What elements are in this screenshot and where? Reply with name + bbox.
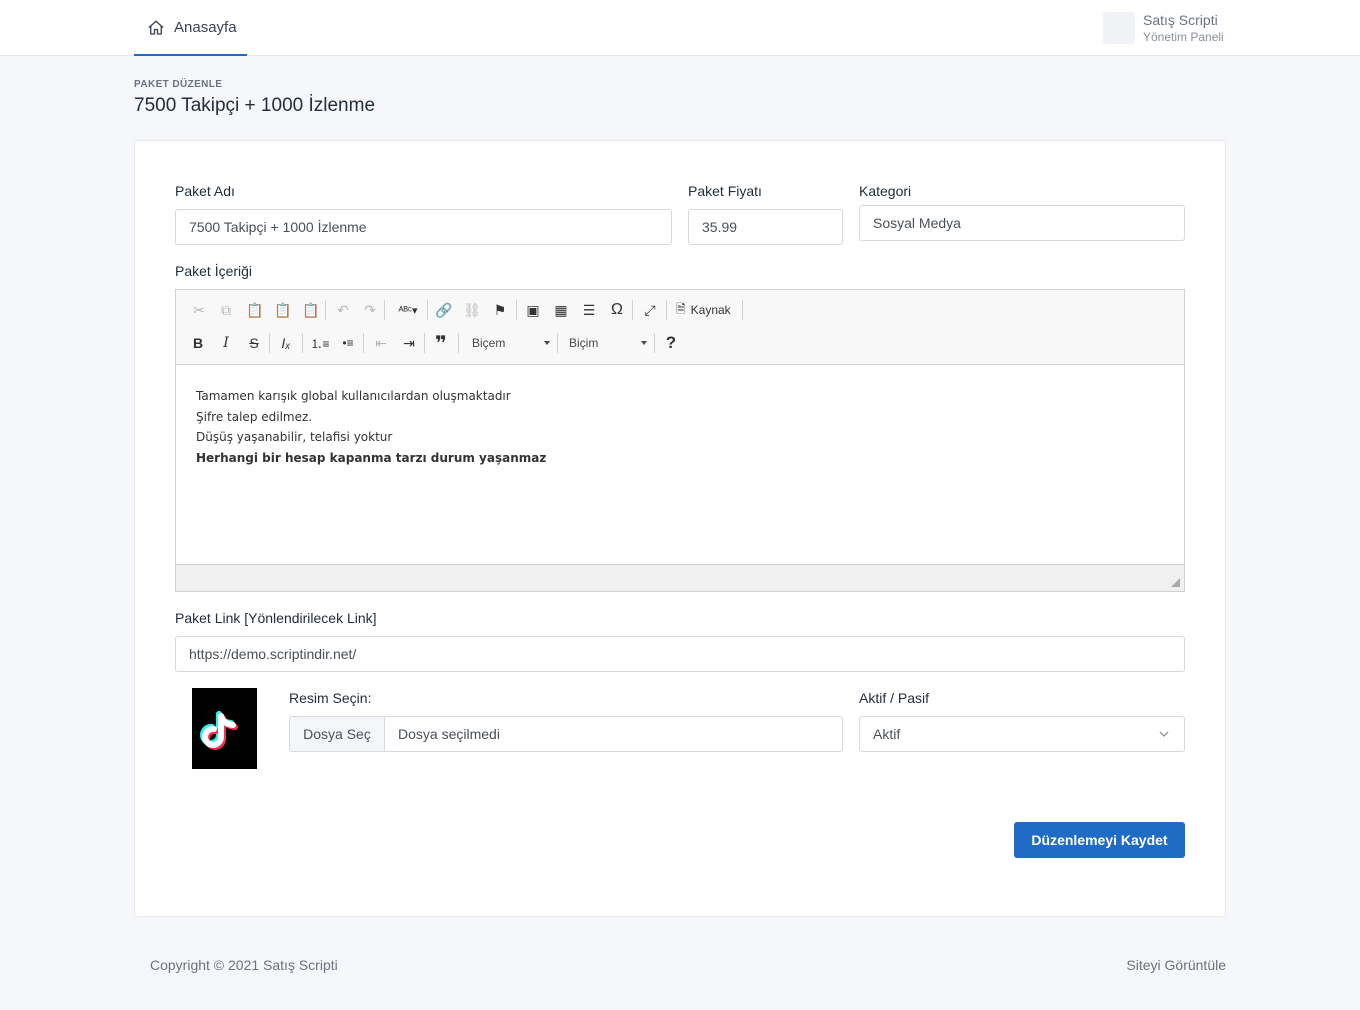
- unlink-icon[interactable]: ⛓: [462, 300, 482, 320]
- content-line: Şifre talep edilmez.: [196, 409, 313, 424]
- bold-icon[interactable]: B: [188, 333, 208, 353]
- redo-icon[interactable]: ↷: [360, 300, 380, 320]
- outdent-icon[interactable]: ⇤: [371, 333, 391, 353]
- blockquote-icon[interactable]: ❞: [431, 333, 451, 355]
- choose-file-button[interactable]: Dosya Seç: [290, 717, 385, 751]
- top-navbar: Anasayfa Satış Scripti Yönetim Paneli: [0, 0, 1360, 56]
- source-button[interactable]: 🗎 Kaynak: [676, 300, 731, 320]
- page-title: 7500 Takipçi + 1000 İzlenme: [134, 95, 376, 116]
- image-icon[interactable]: ▣: [523, 300, 543, 320]
- package-link-input[interactable]: https://demo.scriptindir.net/: [175, 636, 1185, 672]
- paste-icon[interactable]: 📋: [245, 300, 265, 320]
- brand-name: Satış Scripti: [1143, 12, 1218, 28]
- toolbar-separator: [516, 300, 517, 320]
- package-name-input[interactable]: 7500 Takipçi + 1000 İzlenme: [175, 209, 672, 245]
- brand-block[interactable]: Satış Scripti Yönetim Paneli: [1103, 12, 1243, 46]
- maximize-icon[interactable]: ⤢: [640, 300, 660, 320]
- status-select[interactable]: Aktif: [859, 716, 1185, 752]
- toolbar-separator: [654, 333, 655, 353]
- home-icon: [148, 20, 164, 35]
- remove-format-icon[interactable]: Iₓ: [276, 333, 296, 353]
- paste-word-icon[interactable]: 📋: [301, 300, 321, 320]
- image-select-label: Resim Seçin:: [289, 690, 372, 706]
- special-char-icon[interactable]: Ω: [607, 300, 627, 320]
- undo-icon[interactable]: ↶: [333, 300, 353, 320]
- content-line: Düşüş yaşanabilir, telafisi yoktur: [196, 430, 393, 445]
- spellcheck-icon[interactable]: ᴬᴮᶜ▾: [394, 300, 422, 320]
- package-image-tiktok-logo: [192, 688, 257, 769]
- tiktok-icon: [200, 711, 238, 750]
- toolbar-separator: [632, 300, 633, 320]
- category-label: Kategori: [859, 183, 912, 199]
- style-combo-label: Biçem: [472, 336, 506, 350]
- package-price-input[interactable]: 35.99: [688, 209, 843, 245]
- strikethrough-icon[interactable]: S: [244, 333, 264, 353]
- package-name-label: Paket Adı: [175, 183, 235, 199]
- toolbar-separator: [742, 300, 743, 320]
- format-combo[interactable]: Biçim: [569, 332, 647, 354]
- style-combo[interactable]: Biçem: [472, 332, 550, 354]
- copy-icon[interactable]: ⧉: [216, 300, 236, 320]
- toolbar-separator: [424, 333, 425, 353]
- status-label: Aktif / Pasif: [859, 690, 930, 706]
- link-icon[interactable]: 🔗: [434, 300, 454, 320]
- nav-item-home[interactable]: Anasayfa: [134, 0, 247, 56]
- chevron-down-icon: [544, 341, 550, 345]
- page-pretitle: PAKET DÜZENLE: [134, 79, 223, 90]
- package-content-label: Paket İçeriği: [175, 263, 253, 279]
- editor-toolbar: ✂ ⧉ 📋 📋 📋 ↶ ↷ ᴬᴮᶜ▾ 🔗 ⛓ ⚑ ▣ ▦ ☰ Ω ⤢ 🗎 Kay…: [176, 290, 1184, 365]
- chevron-down-icon: [641, 341, 647, 345]
- resize-handle-icon[interactable]: [1171, 578, 1180, 587]
- avatar: [1103, 12, 1135, 44]
- chevron-down-icon: [1159, 731, 1169, 737]
- table-icon[interactable]: ▦: [551, 300, 571, 320]
- editor-statusbar: [176, 564, 1184, 591]
- toolbar-separator: [427, 300, 428, 320]
- category-input[interactable]: Sosyal Medya: [859, 205, 1185, 241]
- save-button[interactable]: Düzenlemeyi Kaydet: [1014, 822, 1185, 858]
- paste-text-icon[interactable]: 📋: [273, 300, 293, 320]
- help-icon[interactable]: ?: [661, 333, 681, 353]
- toolbar-separator: [557, 333, 558, 353]
- format-combo-label: Biçim: [569, 336, 599, 350]
- source-icon: 🗎: [676, 301, 686, 316]
- toolbar-separator: [363, 333, 364, 353]
- toolbar-separator: [302, 333, 303, 353]
- content-line: Herhangi bir hesap kapanma tarzı durum y…: [196, 451, 547, 466]
- nav-home-label: Anasayfa: [174, 19, 237, 36]
- footer-copyright: Copyright © 2021 Satış Scripti: [150, 957, 338, 973]
- package-link-label: Paket Link [Yönlendirilecek Link]: [175, 610, 377, 626]
- italic-icon[interactable]: I: [216, 333, 236, 353]
- brand-subtitle: Yönetim Paneli: [1143, 30, 1224, 44]
- indent-icon[interactable]: ⇥: [399, 333, 419, 353]
- status-select-value: Aktif: [873, 726, 901, 742]
- toolbar-separator: [325, 300, 326, 320]
- content-line: Tamamen karışık global kullanıcılardan o…: [196, 389, 511, 403]
- toolbar-separator: [666, 300, 667, 320]
- package-price-label: Paket Fiyatı: [688, 183, 762, 199]
- cut-icon[interactable]: ✂: [189, 300, 209, 320]
- editor-content[interactable]: Tamamen karışık global kullanıcılardan o…: [196, 386, 546, 469]
- rich-text-editor: ✂ ⧉ 📋 📋 📋 ↶ ↷ ᴬᴮᶜ▾ 🔗 ⛓ ⚑ ▣ ▦ ☰ Ω ⤢ 🗎 Kay…: [175, 289, 1185, 592]
- source-label: Kaynak: [690, 303, 731, 317]
- toolbar-separator: [269, 333, 270, 353]
- toolbar-separator: [458, 333, 459, 353]
- horizontal-line-icon[interactable]: ☰: [579, 300, 599, 320]
- view-site-link[interactable]: Siteyi Görüntüle: [1126, 957, 1226, 973]
- toolbar-separator: [384, 300, 385, 320]
- anchor-flag-icon[interactable]: ⚑: [490, 300, 510, 320]
- image-file-input[interactable]: Dosya Seç Dosya seçilmedi: [289, 716, 843, 752]
- bulleted-list-icon[interactable]: •≡: [338, 333, 358, 353]
- numbered-list-icon[interactable]: ⒈≡: [310, 333, 330, 353]
- file-status-text: Dosya seçilmedi: [398, 726, 500, 742]
